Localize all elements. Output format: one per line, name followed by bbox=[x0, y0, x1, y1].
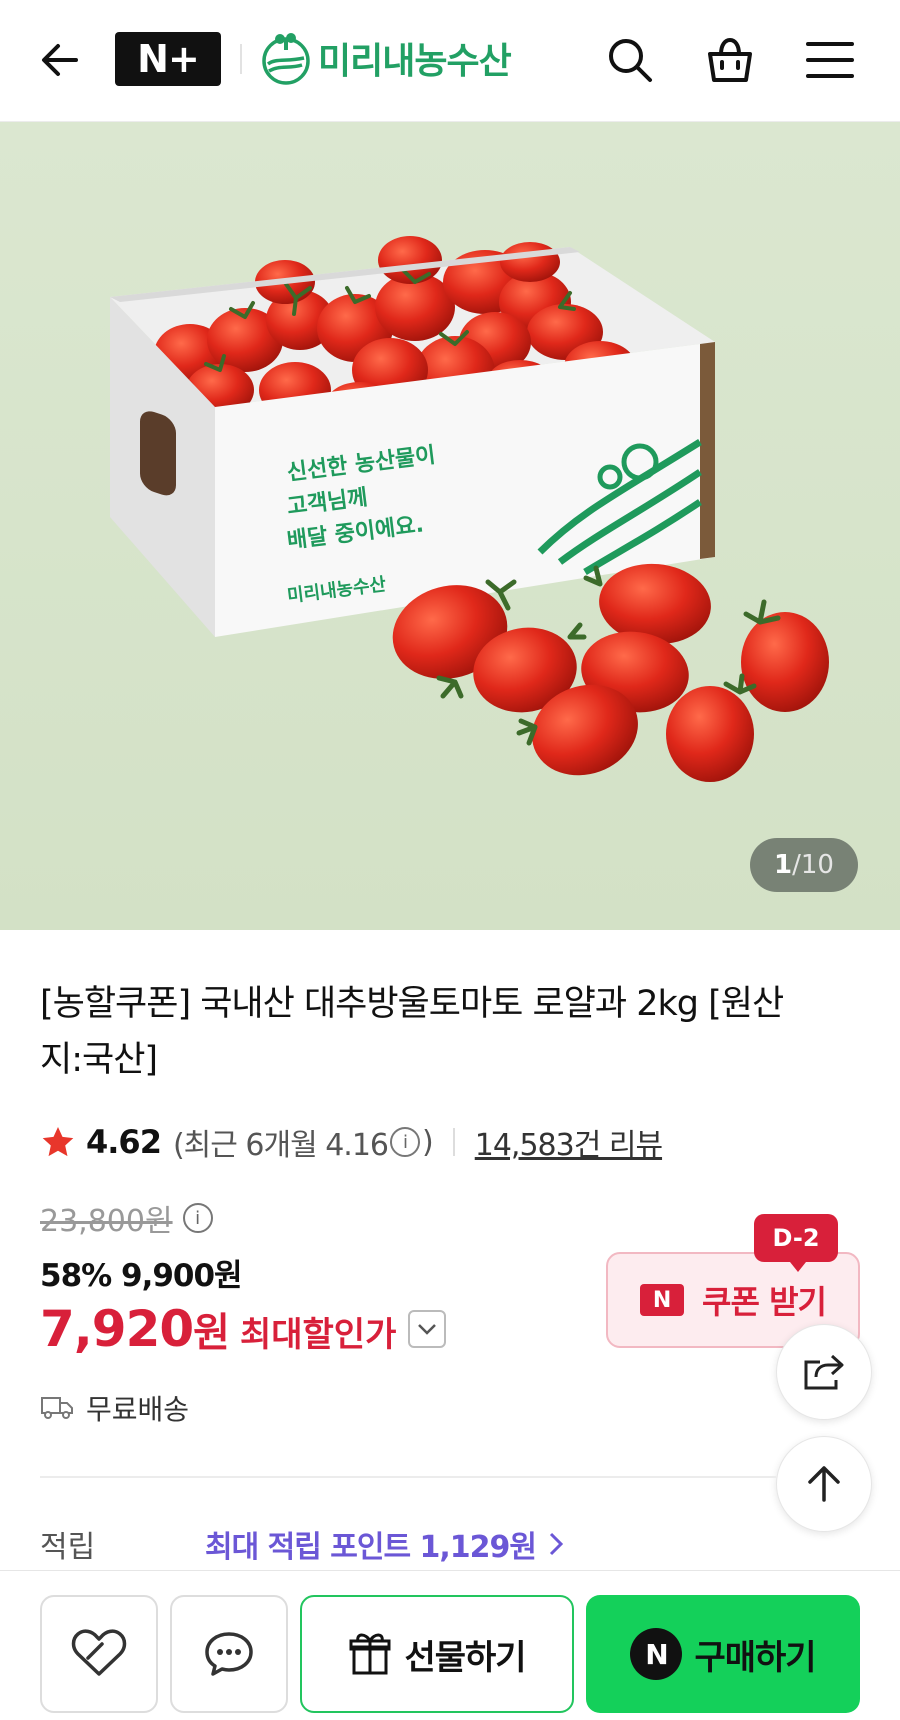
review-count-link[interactable]: 14,583건 리뷰 bbox=[475, 1120, 663, 1164]
coupon-dday-badge: D-2 bbox=[754, 1214, 838, 1272]
gift-icon bbox=[349, 1633, 391, 1675]
shopping-bag-icon[interactable] bbox=[702, 32, 758, 88]
original-price-row: 23,800원 i bbox=[40, 1196, 215, 1240]
tomato-box-photo: 신선한 농산물이 고객님께 배달 중이에요. 미리내농수산 bbox=[0, 122, 900, 930]
rating-divider bbox=[452, 1128, 455, 1156]
search-icon[interactable] bbox=[602, 32, 658, 88]
final-price-row: 7,920 원 최대할인가 bbox=[40, 1300, 447, 1358]
chevron-right-icon bbox=[549, 1532, 564, 1556]
image-counter-current: 1 bbox=[774, 850, 793, 880]
image-counter: 1 / 10 bbox=[750, 838, 858, 892]
like-button[interactable] bbox=[40, 1595, 158, 1713]
final-price-unit: 원 bbox=[193, 1310, 230, 1356]
recent-rating: (최근 6개월 4.16 bbox=[172, 1128, 389, 1163]
heart-icon bbox=[71, 1629, 127, 1676]
points-row[interactable]: 적립 최대 적립 포인트 1,129원 bbox=[40, 1522, 566, 1566]
coupon-n-badge: N bbox=[640, 1284, 685, 1316]
points-label: 적립 bbox=[40, 1530, 96, 1565]
scroll-top-button[interactable] bbox=[776, 1436, 872, 1532]
naver-pay-badge: N bbox=[630, 1628, 683, 1680]
buy-button[interactable]: N 구매하기 bbox=[586, 1595, 860, 1713]
top-header: N+ 미리내농수산 bbox=[0, 0, 900, 122]
rating-score: 4.62 bbox=[86, 1123, 162, 1161]
coupon-label: 쿠폰 받기 bbox=[702, 1283, 827, 1321]
truck-icon bbox=[41, 1397, 73, 1419]
arrow-up-icon bbox=[808, 1466, 840, 1502]
chat-bubble-icon bbox=[205, 1632, 253, 1676]
back-arrow-icon[interactable] bbox=[34, 34, 86, 86]
gift-button[interactable]: 선물하기 bbox=[300, 1595, 574, 1713]
original-price: 23,800원 bbox=[40, 1204, 173, 1239]
price-info-icon[interactable]: i bbox=[182, 1203, 213, 1233]
section-divider bbox=[40, 1476, 776, 1478]
final-price-label: 최대할인가 bbox=[239, 1315, 397, 1355]
product-image-carousel[interactable]: 신선한 농산물이 고객님께 배달 중이에요. 미리내농수산 1 / 10 bbox=[0, 122, 900, 930]
header-divider bbox=[240, 44, 242, 74]
bottom-action-bar: 선물하기 N 구매하기 bbox=[0, 1570, 900, 1720]
share-icon bbox=[804, 1354, 844, 1390]
hamburger-menu-icon[interactable] bbox=[802, 32, 858, 88]
image-counter-total: 10 bbox=[800, 850, 834, 880]
points-value: 최대 적립 포인트 1,129원 bbox=[205, 1530, 537, 1565]
product-title: [농할쿠폰] 국내산 대추방울토마토 로얄과 2kg [원산지:국산] bbox=[40, 984, 784, 1080]
talktalk-button[interactable] bbox=[170, 1595, 288, 1713]
store-logo-icon[interactable] bbox=[260, 30, 312, 86]
buy-label: 구매하기 bbox=[694, 1637, 816, 1678]
shipping-label: 무료배송 bbox=[86, 1393, 190, 1426]
nplus-label: N+ bbox=[137, 37, 200, 81]
info-icon[interactable]: i bbox=[390, 1127, 421, 1157]
discount-price: 58% 9,900원 bbox=[40, 1258, 243, 1294]
recent-rating-close: ) bbox=[422, 1124, 434, 1160]
share-button[interactable] bbox=[776, 1324, 872, 1420]
store-name[interactable]: 미리내농수산 bbox=[318, 32, 512, 84]
image-counter-sep: / bbox=[792, 850, 801, 880]
gift-label: 선물하기 bbox=[404, 1637, 526, 1678]
rating-row: 4.62 (최근 6개월 4.16 i ) 14,583건 리뷰 bbox=[40, 1120, 663, 1164]
nplus-store-badge[interactable]: N+ bbox=[115, 32, 221, 86]
shipping-info: 무료배송 bbox=[40, 1388, 189, 1428]
chevron-down-icon[interactable] bbox=[408, 1310, 447, 1348]
final-price: 7,920 bbox=[40, 1300, 194, 1358]
star-icon bbox=[42, 1127, 74, 1157]
